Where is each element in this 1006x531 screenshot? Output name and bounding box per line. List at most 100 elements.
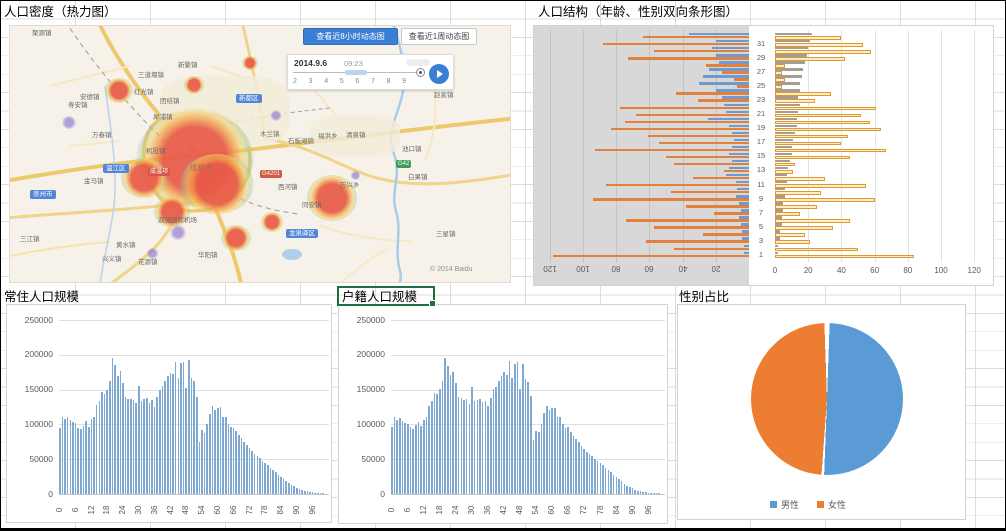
bar-left-orange xyxy=(625,121,750,123)
bar-right-gold xyxy=(775,212,800,216)
bar xyxy=(450,375,452,494)
time-slider-range[interactable] xyxy=(345,70,367,75)
grid-line xyxy=(875,30,876,262)
x-axis-tick-label: 96 xyxy=(644,498,654,522)
bar xyxy=(466,399,468,494)
bar xyxy=(653,493,655,494)
hukou-chart[interactable]: 2500002000001500001000005000000612182430… xyxy=(338,304,668,524)
bar xyxy=(634,490,636,494)
axis-tick-label: 40 xyxy=(828,266,854,275)
bar xyxy=(420,426,422,494)
legend-item: 女性 xyxy=(817,498,846,511)
play-icon xyxy=(437,70,443,78)
axis-tick-label: 60 xyxy=(636,264,662,273)
bar-right-gold xyxy=(775,99,815,103)
bar xyxy=(495,387,497,494)
bar xyxy=(62,417,64,494)
bar xyxy=(423,420,425,494)
bar xyxy=(85,421,87,494)
x-axis-tick-label: 18 xyxy=(102,498,112,522)
x-axis-tick-label: 48 xyxy=(181,498,191,522)
bar-left-orange xyxy=(674,248,749,250)
gender-pie-chart[interactable]: 男性女性 xyxy=(677,304,966,520)
bar xyxy=(251,451,253,494)
bar xyxy=(259,458,261,494)
selected-cell[interactable]: 户籍人口规模 xyxy=(337,286,435,306)
time-slider-tick: 3 xyxy=(309,78,313,85)
age-axis-label: 21 xyxy=(750,110,772,118)
bar xyxy=(640,491,642,494)
y-axis-tick-label: 200000 xyxy=(7,349,53,359)
spreadsheet: 人口密度（热力图） 人口结构（年龄、性别双向条形图） 常住人口规模 性别占比 xyxy=(0,0,1006,531)
bar-right-gold xyxy=(775,121,870,125)
map-button-1week-dynamic[interactable]: 查看近1周动态图 xyxy=(401,28,477,45)
y-axis-tick-label: 50000 xyxy=(7,454,53,464)
x-axis-tick-label: 42 xyxy=(166,498,176,522)
bar-right-gold xyxy=(775,177,825,181)
bar xyxy=(533,440,535,494)
heat-blob xyxy=(270,110,282,121)
map-town-label: 兴义镇 xyxy=(102,256,122,263)
axis-tick-label: 120 xyxy=(537,264,563,273)
bar-left-orange xyxy=(603,43,749,45)
grid-line xyxy=(908,30,909,262)
time-slider-tick: 6 xyxy=(355,78,359,85)
bar xyxy=(188,360,190,494)
x-axis-tick-label: 90 xyxy=(292,498,302,522)
bar xyxy=(562,424,564,494)
bar xyxy=(238,435,240,494)
bar xyxy=(594,459,596,494)
x-axis-tick-label: 78 xyxy=(596,498,606,522)
bar-left-orange xyxy=(714,212,749,214)
x-axis-tick-label: 30 xyxy=(467,498,477,522)
y-axis-tick-label: 150000 xyxy=(7,384,53,394)
bar xyxy=(159,390,161,494)
bar xyxy=(399,418,401,494)
x-axis-tick-label: 18 xyxy=(435,498,445,522)
age-axis-label: 27 xyxy=(750,68,772,76)
bar xyxy=(391,427,393,494)
bar xyxy=(404,423,406,494)
bar xyxy=(447,366,449,494)
bar-left-orange xyxy=(648,135,749,137)
bar xyxy=(501,376,503,494)
time-slider-knob[interactable] xyxy=(416,68,425,77)
road-badge: G42 xyxy=(396,160,411,168)
bar-right-gold xyxy=(775,85,782,89)
density-map[interactable]: 聚源镇新繁镇三道堰镇赵家镇安德镇寿安镇红光镇团结镇木兰镇石板滩镇福洪乡清泉镇池口… xyxy=(9,25,511,283)
map-button-8h-dynamic[interactable]: 查看近8小时动态图 xyxy=(303,28,398,45)
map-town-label: 金马镇 xyxy=(84,178,104,185)
bar xyxy=(88,427,90,494)
resident-chart[interactable]: 2500002000001500001000005000000612182430… xyxy=(6,304,332,523)
x-axis-tick-label: 6 xyxy=(403,498,413,522)
bar-right-gold xyxy=(775,240,810,244)
grid-line xyxy=(391,494,665,495)
pyramid-chart[interactable]: 1201008060402002040608010012031292725232… xyxy=(533,25,994,286)
bar xyxy=(493,389,495,494)
axis-tick-label: 40 xyxy=(670,264,696,273)
axis-tick-label: 100 xyxy=(928,266,954,275)
play-button[interactable] xyxy=(429,64,449,84)
x-axis-tick-label: 96 xyxy=(308,498,318,522)
axis-tick-label: 100 xyxy=(570,264,596,273)
selection-fill-handle[interactable] xyxy=(429,300,436,307)
bar xyxy=(452,372,454,494)
axis-tick-label: 80 xyxy=(603,264,629,273)
age-axis-label: 3 xyxy=(750,237,772,245)
bar xyxy=(461,398,463,494)
bar xyxy=(114,365,116,494)
bar xyxy=(285,481,287,494)
bar xyxy=(222,417,224,494)
bar xyxy=(220,407,222,494)
bar xyxy=(106,390,108,494)
bar xyxy=(605,468,607,494)
bar xyxy=(479,399,481,494)
bar xyxy=(264,463,266,494)
bar xyxy=(288,483,290,494)
bar xyxy=(613,475,615,494)
bar xyxy=(565,428,567,494)
bar xyxy=(597,461,599,494)
axis-tick-label: 20 xyxy=(795,266,821,275)
bar xyxy=(275,472,277,494)
grid-line xyxy=(974,30,975,262)
